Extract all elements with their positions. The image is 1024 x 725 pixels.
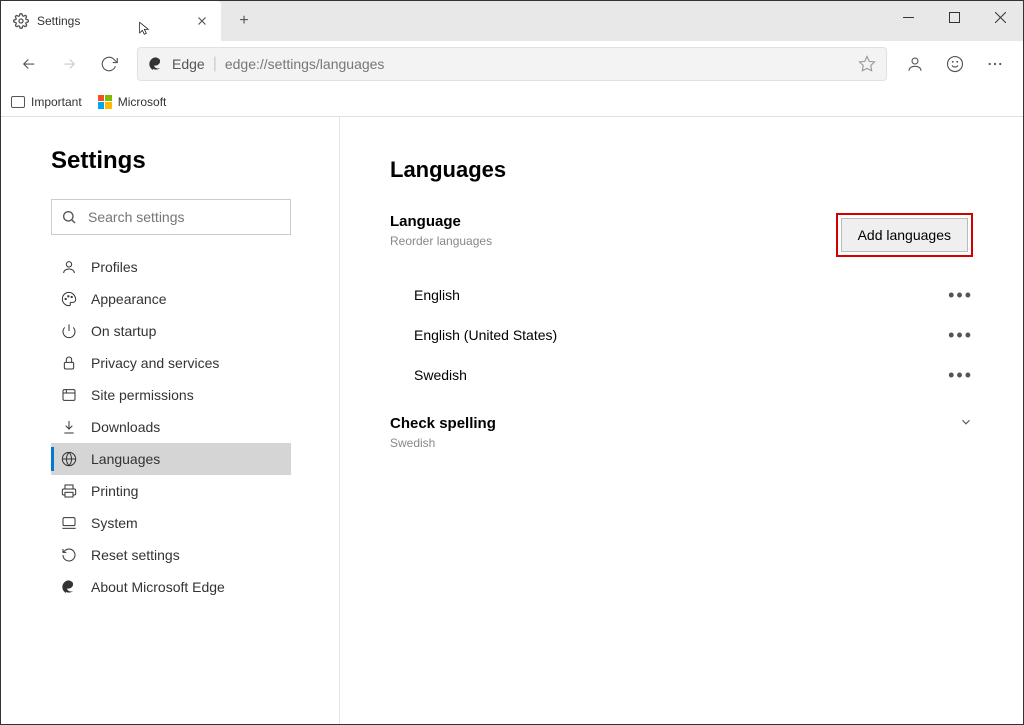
sidebar-item-label: Printing — [91, 483, 138, 499]
sidebar-item-label: System — [91, 515, 138, 531]
forward-button — [49, 44, 89, 84]
gear-icon — [13, 13, 29, 29]
power-icon — [61, 323, 77, 339]
sidebar-item-label: About Microsoft Edge — [91, 579, 225, 595]
sidebar-item-label: Privacy and services — [91, 355, 219, 371]
address-bar[interactable]: Edge | edge://settings/languages — [137, 47, 887, 81]
browser-tab[interactable]: Settings — [1, 1, 221, 41]
settings-heading: Settings — [51, 147, 299, 175]
check-spelling-sub: Swedish — [390, 436, 496, 450]
bookmark-label: Important — [31, 95, 82, 109]
language-row: English ••• — [390, 275, 973, 315]
system-icon — [61, 515, 77, 531]
permissions-icon — [61, 387, 77, 403]
language-section-title: Language — [390, 213, 492, 230]
profile-button[interactable] — [895, 44, 935, 84]
sidebar-item-printing[interactable]: Printing — [51, 475, 291, 507]
person-icon — [61, 259, 77, 275]
sidebar-item-appearance[interactable]: Appearance — [51, 283, 291, 315]
search-icon — [61, 209, 77, 225]
sidebar-item-site-permissions[interactable]: Site permissions — [51, 379, 291, 411]
language-actions-button[interactable]: ••• — [948, 365, 973, 386]
language-row: Swedish ••• — [390, 355, 973, 395]
sidebar-item-on-startup[interactable]: On startup — [51, 315, 291, 347]
favorite-icon[interactable] — [858, 55, 876, 73]
bookmark-label: Microsoft — [118, 95, 167, 109]
download-icon — [61, 419, 77, 435]
highlight-annotation: Add languages — [836, 213, 973, 257]
chevron-down-icon[interactable] — [959, 415, 973, 429]
edge-icon — [148, 56, 164, 72]
site-identity: Edge — [172, 56, 205, 72]
sidebar-item-label: On startup — [91, 323, 156, 339]
language-name: English (United States) — [414, 327, 557, 343]
microsoft-icon — [98, 95, 112, 109]
reset-icon — [61, 547, 77, 563]
sidebar-item-label: Site permissions — [91, 387, 194, 403]
minimize-button[interactable] — [885, 1, 931, 33]
palette-icon — [61, 291, 77, 307]
language-icon — [61, 451, 77, 467]
back-button[interactable] — [9, 44, 49, 84]
new-tab-button[interactable]: + — [229, 6, 259, 36]
maximize-button[interactable] — [931, 1, 977, 33]
add-languages-button[interactable]: Add languages — [841, 218, 968, 252]
menu-button[interactable] — [975, 44, 1015, 84]
language-actions-button[interactable]: ••• — [948, 325, 973, 346]
sidebar-item-label: Profiles — [91, 259, 138, 275]
sidebar-item-privacy-and-services[interactable]: Privacy and services — [51, 347, 291, 379]
sidebar-item-label: Languages — [91, 451, 160, 467]
sidebar-item-system[interactable]: System — [51, 507, 291, 539]
sidebar-item-label: Downloads — [91, 419, 160, 435]
language-section-sub: Reorder languages — [390, 234, 492, 248]
lock-icon — [61, 355, 77, 371]
bookmarks-bar: Important Microsoft — [1, 87, 1023, 117]
sidebar-item-reset-settings[interactable]: Reset settings — [51, 539, 291, 571]
language-row: English (United States) ••• — [390, 315, 973, 355]
close-icon[interactable] — [195, 14, 209, 28]
bookmark-important[interactable]: Important — [11, 95, 82, 109]
printer-icon — [61, 483, 77, 499]
check-spelling-title: Check spelling — [390, 415, 496, 432]
refresh-button[interactable] — [89, 44, 129, 84]
bookmark-microsoft[interactable]: Microsoft — [98, 95, 167, 109]
sidebar-item-about-microsoft-edge[interactable]: About Microsoft Edge — [51, 571, 291, 603]
sidebar-item-downloads[interactable]: Downloads — [51, 411, 291, 443]
sidebar-item-label: Appearance — [91, 291, 167, 307]
search-settings-input[interactable] — [51, 199, 291, 235]
url-text: edge://settings/languages — [225, 56, 858, 72]
language-name: Swedish — [414, 367, 467, 383]
language-actions-button[interactable]: ••• — [948, 285, 973, 306]
folder-icon — [11, 96, 25, 108]
sidebar-item-label: Reset settings — [91, 547, 180, 563]
close-window-button[interactable] — [977, 1, 1023, 33]
language-name: English — [414, 287, 460, 303]
tab-title: Settings — [37, 14, 195, 28]
feedback-button[interactable] — [935, 44, 975, 84]
page-heading: Languages — [390, 157, 973, 183]
sidebar-item-languages[interactable]: Languages — [51, 443, 291, 475]
edge-icon — [61, 579, 77, 595]
sidebar-item-profiles[interactable]: Profiles — [51, 251, 291, 283]
